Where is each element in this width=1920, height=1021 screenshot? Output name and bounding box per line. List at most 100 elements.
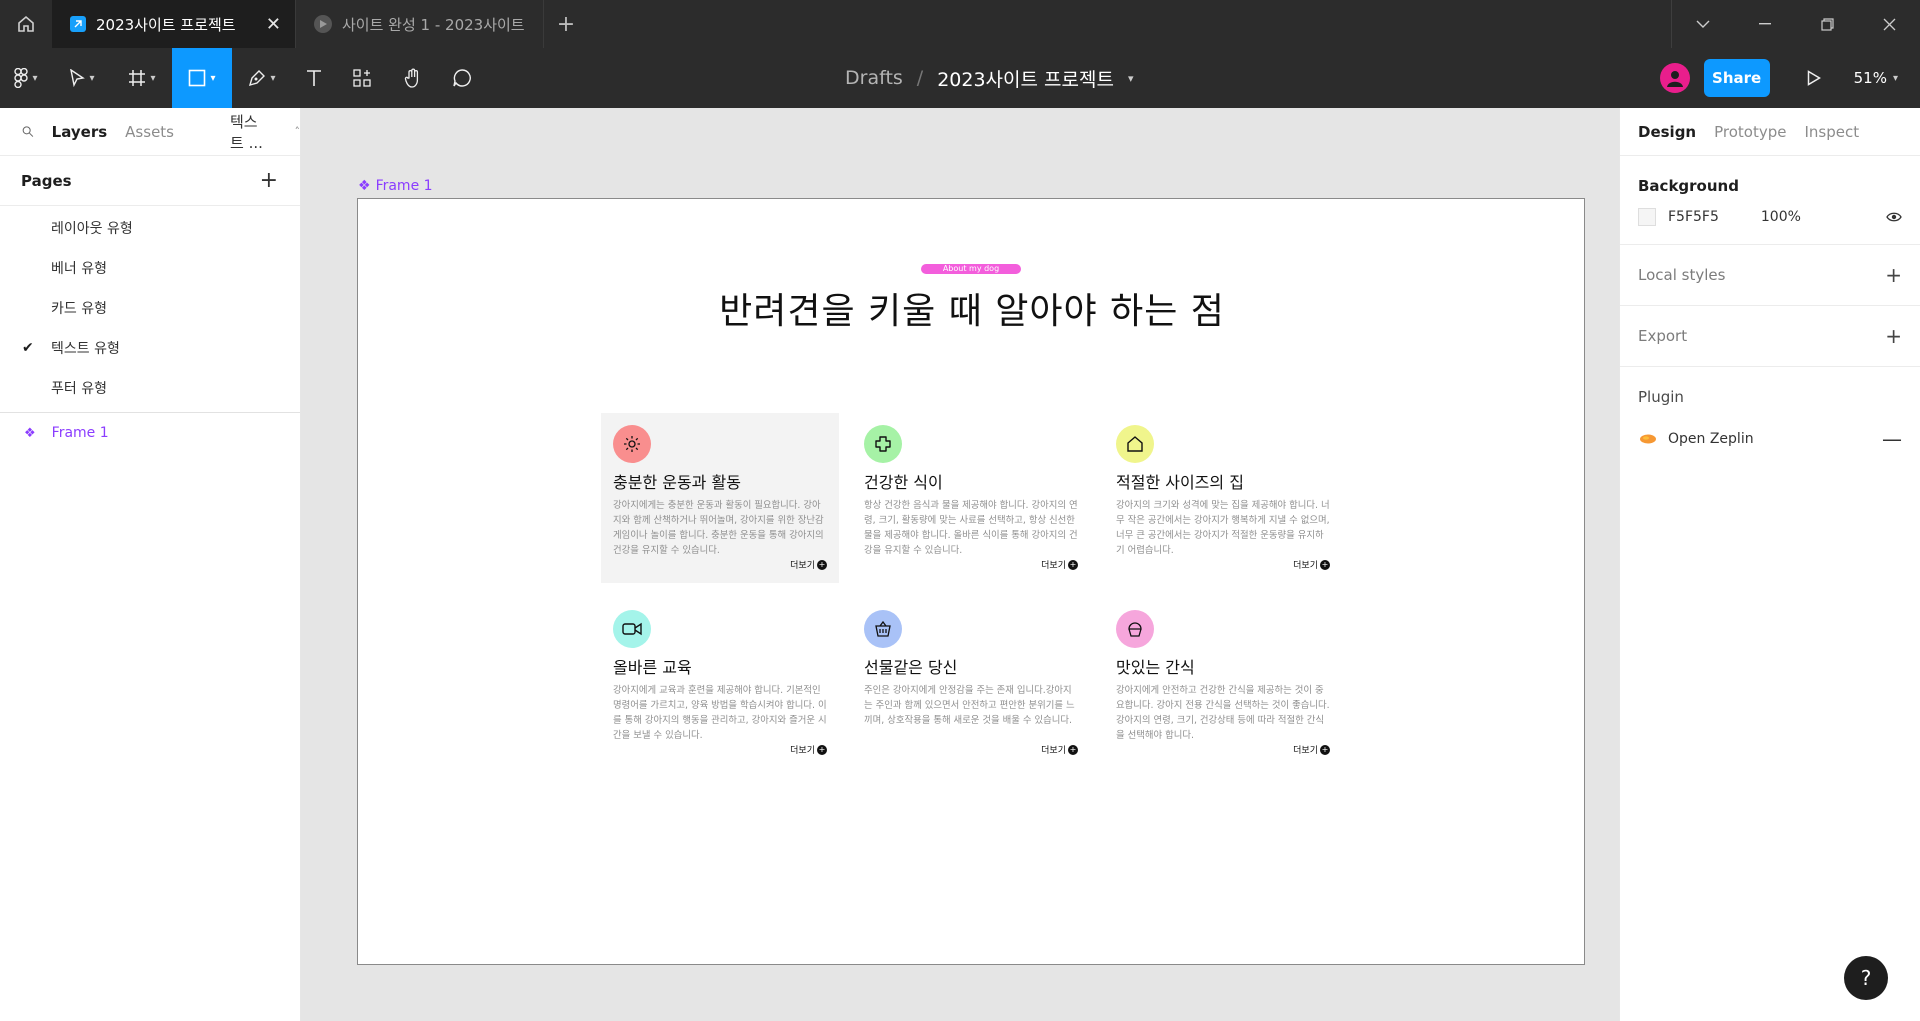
frame-label[interactable]: ❖ Frame 1 (358, 178, 433, 194)
card[interactable]: 건강한 식이 항상 건강한 음식과 물을 제공해야 합니다. 강아지의 연령, … (852, 413, 1090, 583)
chevron-down-icon: ▾ (89, 72, 95, 84)
export-title: Export (1638, 327, 1688, 345)
basket-icon (864, 610, 902, 648)
add-page-icon[interactable]: + (260, 168, 278, 193)
more-link[interactable]: 더보기 + (790, 743, 827, 756)
rectangle-tool[interactable]: ▾ (172, 48, 232, 108)
remove-plugin-icon[interactable]: — (1882, 427, 1902, 451)
breadcrumb-drafts[interactable]: Drafts (845, 67, 903, 89)
cupcake-icon (1116, 610, 1154, 648)
more-link[interactable]: 더보기 + (790, 558, 827, 571)
more-link[interactable]: 더보기 + (1041, 558, 1078, 571)
home-button[interactable] (0, 0, 52, 48)
rectangle-icon (189, 69, 206, 87)
card[interactable]: 적절한 사이즈의 집 강아지의 크기와 성격에 맞는 집을 제공해야 합니다. … (1104, 413, 1342, 583)
breadcrumb: Drafts / 2023사이트 프로젝트 ▾ (845, 48, 1134, 108)
more-link[interactable]: 더보기 + (1293, 558, 1330, 571)
more-label: 더보기 (790, 561, 815, 571)
card-body: 주인은 강아지에게 안정감을 주는 존재 입니다.강아지는 주인과 함께 있으면… (864, 685, 1075, 726)
page-item[interactable]: 레이아웃 유형 (0, 208, 300, 248)
card[interactable]: 선물같은 당신 주인은 강아지에게 안정감을 주는 존재 입니다.강아지는 주인… (852, 598, 1090, 768)
help-label: ? (1860, 966, 1872, 990)
export-section: Export + (1620, 306, 1920, 367)
hand-tool[interactable] (388, 48, 438, 108)
layer-label: Frame 1 (51, 425, 109, 441)
current-page-select[interactable]: 텍스트 ... ˄ (230, 111, 300, 153)
page-item[interactable]: 카드 유형 (0, 288, 300, 328)
card[interactable]: 충분한 운동과 활동 강아지에게는 충분한 운동과 활동이 필요합니다. 강아지… (601, 413, 839, 583)
add-style-icon[interactable]: + (1885, 263, 1902, 287)
main-menu-button[interactable]: ▾ (0, 48, 52, 108)
card-body: 항상 건강한 음식과 물을 제공해야 합니다. 강아지의 연령, 크기, 활동량… (864, 500, 1078, 556)
restore-icon (1820, 17, 1834, 31)
chevron-down-icon[interactable]: ▾ (1128, 72, 1134, 85)
tab-prototype[interactable]: Prototype (1714, 123, 1786, 141)
chevron-down-icon: ▾ (150, 72, 156, 84)
background-opacity[interactable]: 100% (1761, 209, 1801, 225)
figma-logo-icon (14, 68, 29, 88)
frame-tool[interactable]: ▾ (112, 48, 172, 108)
about-badge: About my dog (921, 264, 1021, 274)
plugin-title: Plugin (1638, 388, 1684, 406)
help-button[interactable]: ? (1844, 956, 1888, 1000)
color-swatch[interactable] (1638, 208, 1656, 226)
plugin-row[interactable]: Open Zeplin — (1638, 427, 1902, 467)
page-item[interactable]: 푸터 유형 (0, 368, 300, 408)
hand-icon (404, 68, 419, 88)
background-fill-row[interactable]: F5F5F5 100% (1638, 204, 1902, 244)
avatar[interactable] (1659, 63, 1690, 93)
close-tab-icon[interactable]: ✕ (266, 14, 281, 35)
frame-icon (129, 70, 146, 86)
video-icon (613, 610, 651, 648)
design-frame[interactable]: About my dog 반려견을 키울 때 알아야 하는 점 충분한 운동과 … (357, 198, 1585, 965)
present-button[interactable] (1794, 70, 1834, 86)
minimize-button[interactable] (1734, 0, 1796, 48)
pen-tool[interactable]: ▾ (232, 48, 292, 108)
tab-file-2023[interactable]: 2023사이트 프로젝트 ✕ (52, 0, 296, 48)
tab-prototype-view[interactable]: 사이트 완성 1 - 2023사이트 프로젝트 (296, 0, 544, 48)
tab-list-button[interactable] (1672, 0, 1734, 48)
sun-icon (613, 425, 651, 463)
card[interactable]: 올바른 교육 강아지에게 교육과 훈련을 제공해야 합니다. 기본적인 명령어를… (601, 598, 839, 768)
card-body: 강아지에게 교육과 훈련을 제공해야 합니다. 기본적인 명령어를 가르치고, … (613, 685, 827, 741)
tab-inspect[interactable]: Inspect (1805, 123, 1860, 141)
tab-layers[interactable]: Layers (52, 123, 108, 141)
more-link[interactable]: 더보기 + (1041, 743, 1078, 756)
search-icon[interactable] (22, 124, 34, 139)
page-item[interactable]: 베너 유형 (0, 248, 300, 288)
page-item-selected[interactable]: ✔ 텍스트 유형 (0, 328, 300, 368)
plus-circle-icon: + (817, 559, 827, 570)
more-label: 더보기 (1293, 561, 1318, 571)
tab-assets[interactable]: Assets (125, 123, 174, 141)
zoom-menu[interactable]: 51% ▾ (1854, 69, 1898, 87)
new-tab-button[interactable]: + (544, 0, 588, 48)
add-export-icon[interactable]: + (1885, 324, 1902, 348)
restore-button[interactable] (1796, 0, 1858, 48)
right-panel: Design Prototype Inspect Background F5F5… (1619, 108, 1920, 1021)
tab-design[interactable]: Design (1638, 123, 1696, 141)
resources-tool[interactable] (336, 48, 388, 108)
frame-label-text: Frame 1 (375, 178, 433, 194)
chevron-up-icon: ˄ (294, 125, 301, 138)
close-window-button[interactable] (1858, 0, 1920, 48)
file-name[interactable]: 2023사이트 프로젝트 (937, 65, 1114, 92)
card-title: 맛있는 간식 (1116, 658, 1195, 677)
card[interactable]: 맛있는 간식 강아지에게 안전하고 건강한 간식을 제공하는 것이 중요합니다.… (1104, 598, 1342, 768)
text-tool[interactable] (292, 48, 336, 108)
eye-icon[interactable] (1886, 211, 1902, 223)
layer-frame-1[interactable]: ❖ Frame 1 (0, 413, 300, 453)
card-title: 올바른 교육 (613, 658, 692, 677)
more-link[interactable]: 더보기 + (1293, 743, 1330, 756)
share-button[interactable]: Share (1703, 59, 1770, 97)
more-label: 더보기 (790, 746, 815, 756)
background-hex[interactable]: F5F5F5 (1668, 209, 1719, 225)
page-list: 레이아웃 유형 베너 유형 카드 유형 ✔ 텍스트 유형 푸터 유형 (0, 206, 300, 413)
more-label: 더보기 (1293, 746, 1318, 756)
local-styles-section: Local styles + (1620, 245, 1920, 306)
comment-tool[interactable] (438, 48, 486, 108)
play-icon (1807, 70, 1821, 86)
close-icon (1883, 18, 1895, 30)
left-panel-tabs: Layers Assets 텍스트 ... ˄ (0, 108, 300, 156)
tab-label: 사이트 완성 1 - 2023사이트 프로젝트 (342, 15, 529, 34)
move-tool[interactable]: ▾ (52, 48, 112, 108)
